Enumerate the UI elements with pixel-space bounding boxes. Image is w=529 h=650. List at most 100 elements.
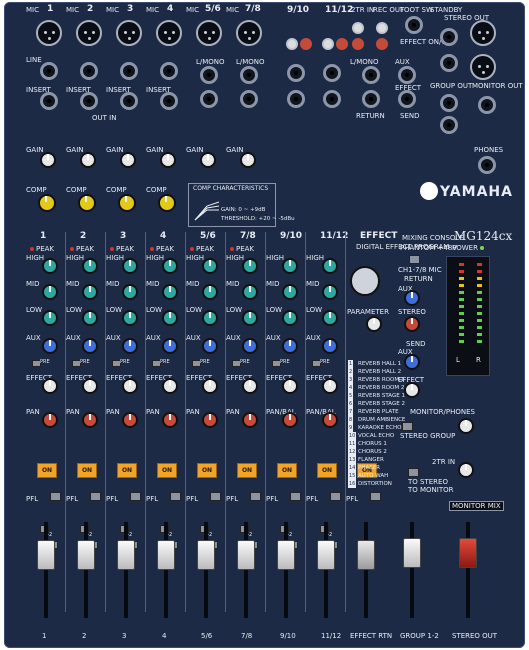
pan-knob[interactable]	[42, 412, 58, 428]
line-jack-11[interactable]	[323, 64, 341, 82]
on-button[interactable]: ON	[197, 463, 217, 478]
on-button[interactable]: ON	[317, 463, 337, 478]
channel-fader[interactable]	[237, 540, 255, 570]
low-knob[interactable]	[82, 310, 98, 326]
low-knob[interactable]	[122, 310, 138, 326]
gain-knob-1[interactable]	[40, 152, 56, 168]
aux-knob[interactable]	[42, 338, 58, 354]
aux-knob[interactable]	[282, 338, 298, 354]
twotr-in-l[interactable]	[352, 22, 364, 34]
mid-knob[interactable]	[202, 284, 218, 300]
pan-knob[interactable]	[122, 412, 138, 428]
effect-pfl-button[interactable]	[370, 492, 381, 501]
line-jack-10[interactable]	[287, 90, 305, 108]
mid-knob[interactable]	[122, 284, 138, 300]
monitor-phones-knob[interactable]	[458, 418, 474, 434]
pfl-button[interactable]	[90, 492, 101, 501]
aux-knob[interactable]	[122, 338, 138, 354]
high-knob[interactable]	[322, 258, 338, 274]
twotr-to-switch[interactable]	[408, 468, 419, 477]
insert-jack-1[interactable]	[40, 92, 58, 110]
mid-knob[interactable]	[242, 284, 258, 300]
line-jack-1[interactable]	[40, 62, 58, 80]
rec-out-r[interactable]	[376, 38, 388, 50]
xlr-jack-6[interactable]	[236, 20, 262, 46]
rca-11-l[interactable]	[322, 38, 334, 50]
pan_bal-knob[interactable]	[322, 412, 338, 428]
on-button[interactable]: ON	[277, 463, 297, 478]
line-jack-5-l[interactable]	[200, 66, 218, 84]
low-knob[interactable]	[242, 310, 258, 326]
stereo-out-xlr-r[interactable]	[470, 54, 496, 80]
pfl-button[interactable]	[290, 492, 301, 501]
xlr-jack-2[interactable]	[76, 20, 102, 46]
on-button[interactable]: ON	[117, 463, 137, 478]
xlr-jack-3[interactable]	[116, 20, 142, 46]
effect-knob[interactable]	[202, 378, 218, 394]
effect-return-fader[interactable]	[357, 540, 375, 570]
aux-knob[interactable]	[322, 338, 338, 354]
effect-send-jack[interactable]	[398, 90, 416, 108]
mid-knob[interactable]	[322, 284, 338, 300]
xlr-jack-1[interactable]	[36, 20, 62, 46]
high-knob[interactable]	[202, 258, 218, 274]
aux-knob[interactable]	[162, 338, 178, 354]
insert-jack-3[interactable]	[120, 92, 138, 110]
pfl-button[interactable]	[250, 492, 261, 501]
insert-jack-4[interactable]	[160, 92, 178, 110]
stereo-out-fader[interactable]	[459, 538, 477, 568]
comp-knob-2[interactable]	[78, 194, 96, 212]
rca-12-r[interactable]	[336, 38, 348, 50]
channel-fader[interactable]	[317, 540, 335, 570]
gain-knob-2[interactable]	[80, 152, 96, 168]
pfl-button[interactable]	[330, 492, 341, 501]
on-button[interactable]: ON	[157, 463, 177, 478]
effect-knob[interactable]	[282, 378, 298, 394]
comp-knob-4[interactable]	[158, 194, 176, 212]
monitor-out-jack[interactable]	[478, 96, 496, 114]
high-knob[interactable]	[82, 258, 98, 274]
line-jack-8-r[interactable]	[240, 90, 258, 108]
pfl-button[interactable]	[50, 492, 61, 501]
line-jack-2[interactable]	[80, 62, 98, 80]
send-effect-knob[interactable]	[404, 382, 420, 398]
pfl-button[interactable]	[210, 492, 221, 501]
aux-knob[interactable]	[82, 338, 98, 354]
gain-knob-6[interactable]	[240, 152, 256, 168]
mid-knob[interactable]	[282, 284, 298, 300]
low-knob[interactable]	[202, 310, 218, 326]
phantom-switch[interactable]	[409, 255, 420, 264]
foot-sw-jack[interactable]	[405, 16, 423, 34]
effect-knob[interactable]	[42, 378, 58, 394]
low-knob[interactable]	[42, 310, 58, 326]
channel-fader[interactable]	[277, 540, 295, 570]
pfl-button[interactable]	[170, 492, 181, 501]
line-jack-12[interactable]	[323, 90, 341, 108]
effect-knob[interactable]	[82, 378, 98, 394]
rec-out-l[interactable]	[376, 22, 388, 34]
effect-parameter-knob[interactable]	[366, 316, 382, 332]
pan_bal-knob[interactable]	[282, 412, 298, 428]
on-button[interactable]: ON	[37, 463, 57, 478]
high-knob[interactable]	[42, 258, 58, 274]
channel-fader[interactable]	[117, 540, 135, 570]
gain-knob-5[interactable]	[200, 152, 216, 168]
high-knob[interactable]	[122, 258, 138, 274]
stereo-out-jack-l[interactable]	[440, 28, 458, 46]
mid-knob[interactable]	[42, 284, 58, 300]
channel-fader[interactable]	[77, 540, 95, 570]
line-jack-6-r[interactable]	[200, 90, 218, 108]
send-aux-knob[interactable]	[404, 354, 420, 370]
return-aux-knob[interactable]	[404, 290, 420, 306]
low-knob[interactable]	[162, 310, 178, 326]
mid-knob[interactable]	[82, 284, 98, 300]
stereo-group-switch[interactable]	[402, 422, 413, 431]
line-jack-3[interactable]	[120, 62, 138, 80]
twotr-in-knob[interactable]	[458, 462, 474, 478]
low-knob[interactable]	[282, 310, 298, 326]
pfl-button[interactable]	[130, 492, 141, 501]
effect-knob[interactable]	[122, 378, 138, 394]
return-jack-l[interactable]	[362, 66, 380, 84]
effect-knob[interactable]	[162, 378, 178, 394]
on-button[interactable]: ON	[237, 463, 257, 478]
